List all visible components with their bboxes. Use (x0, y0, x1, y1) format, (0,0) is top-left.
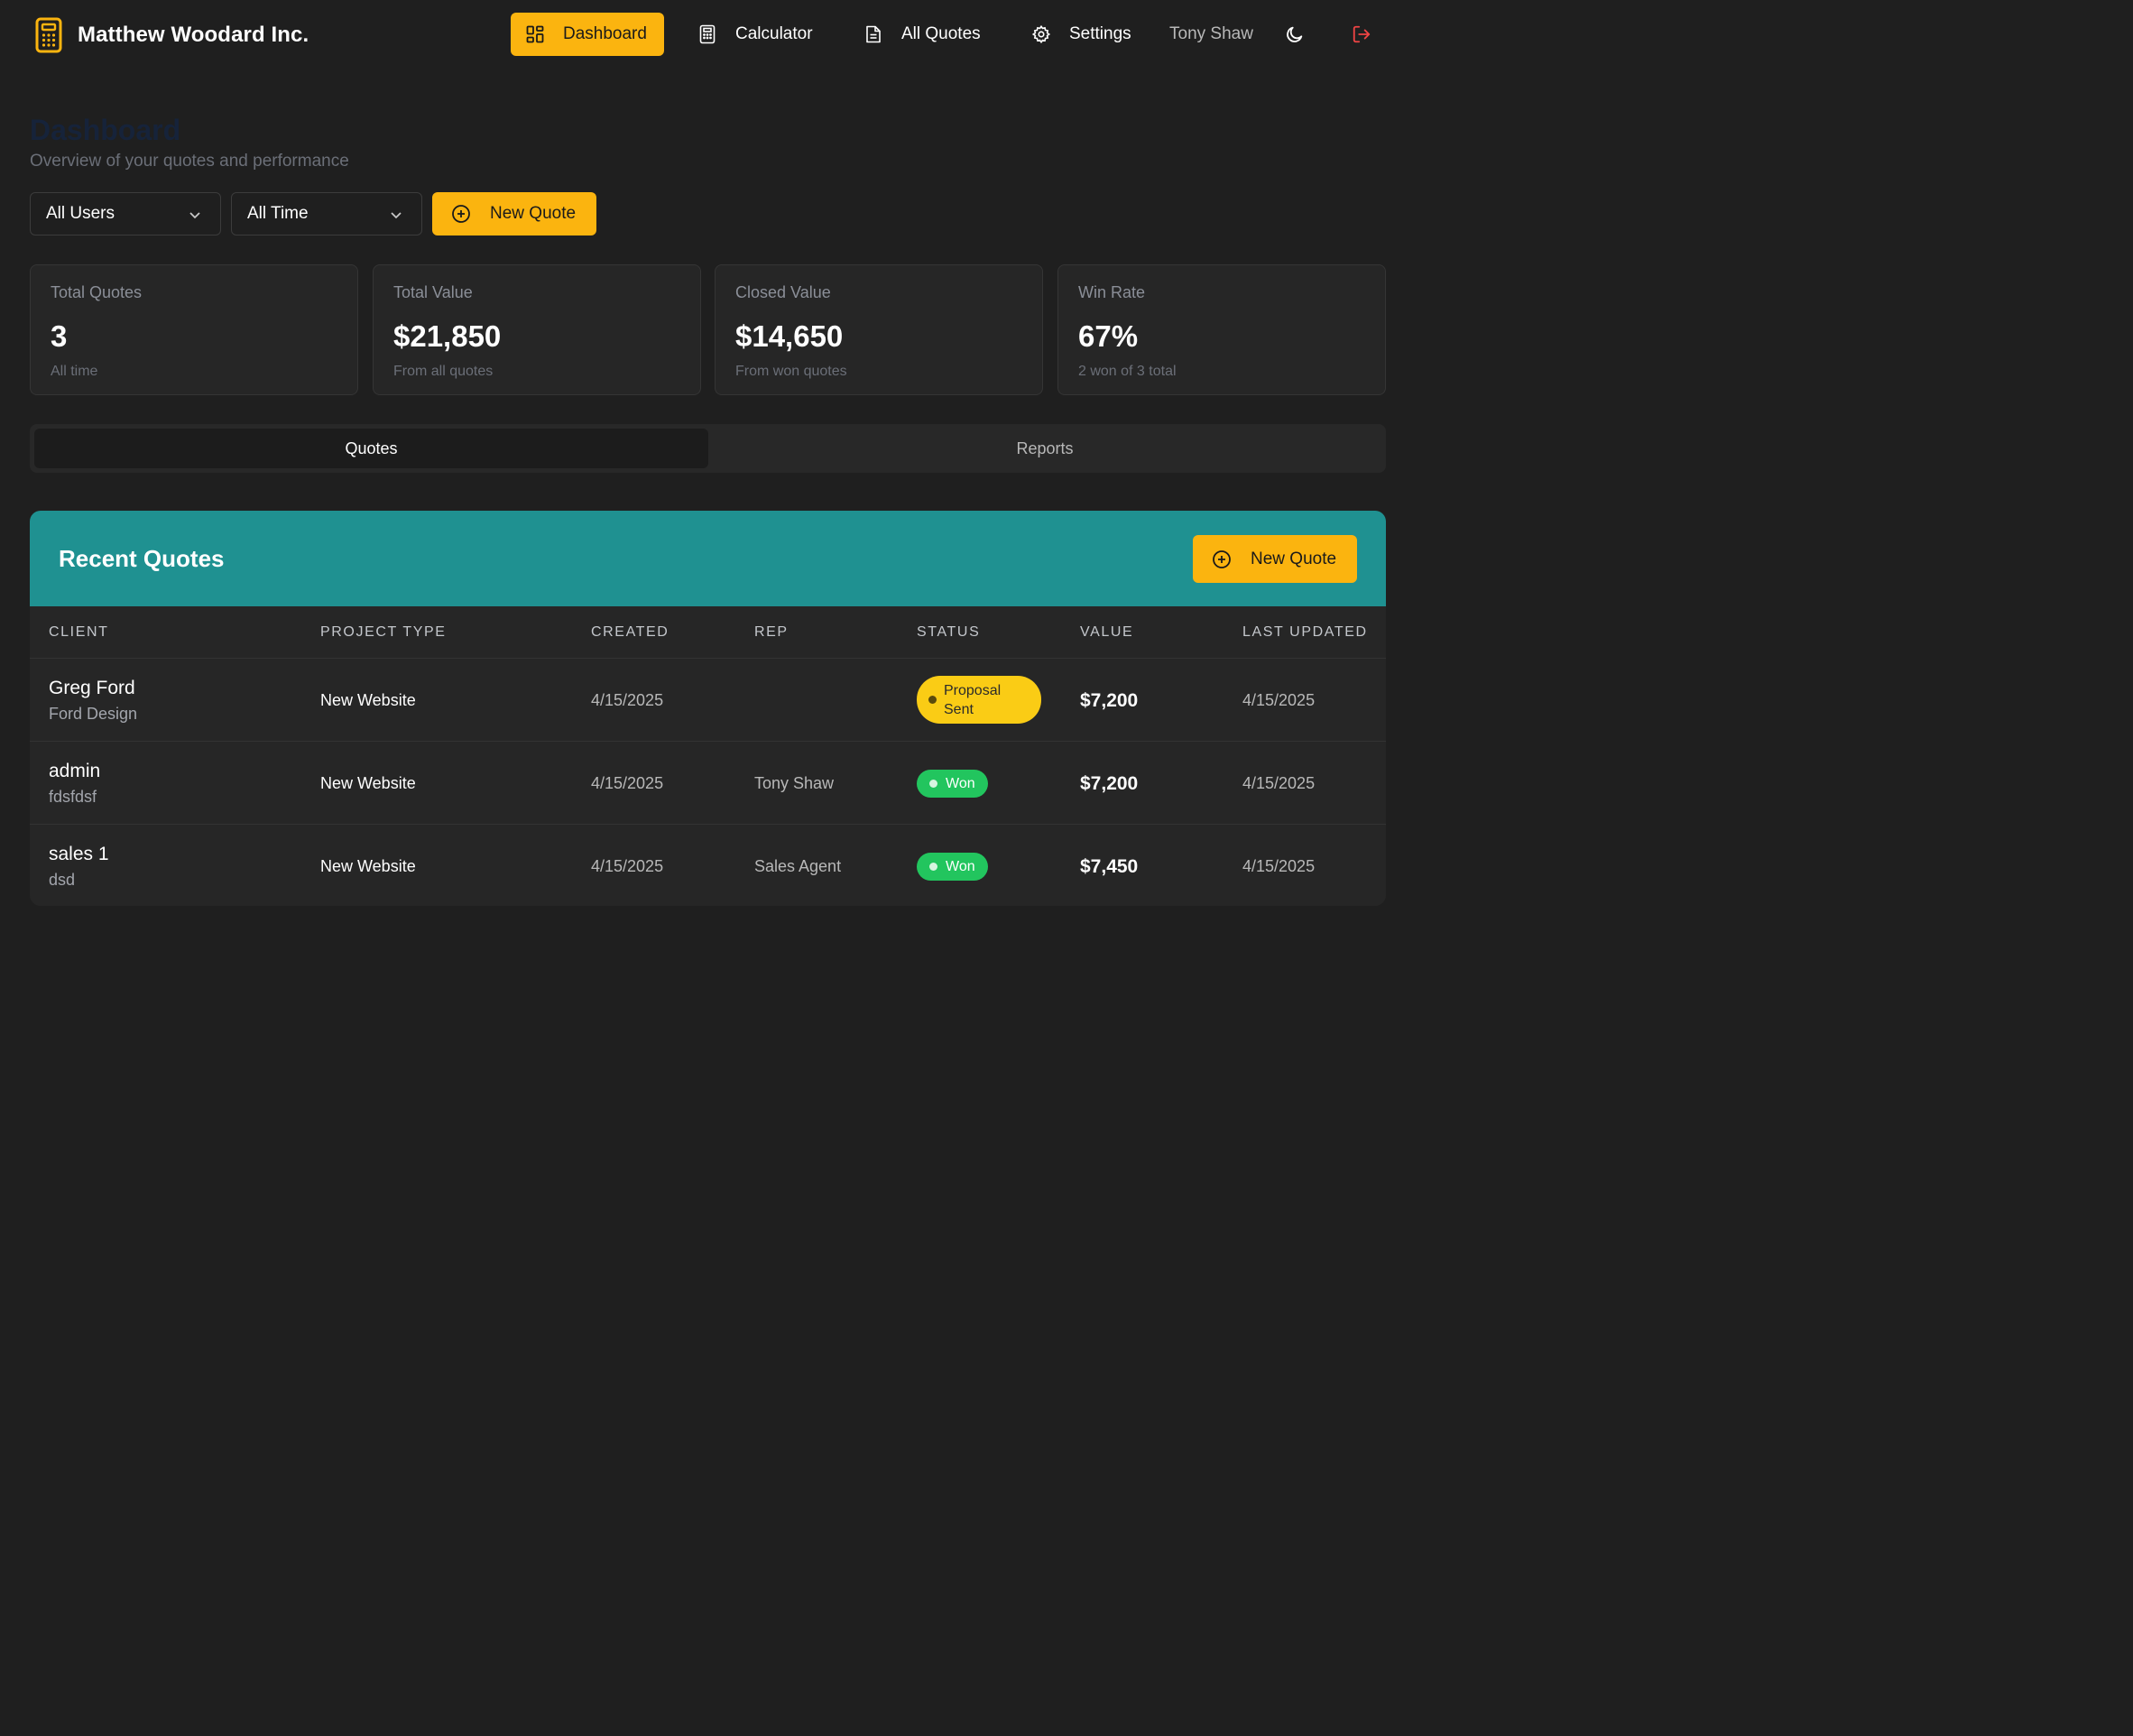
stat-value: $21,850 (393, 319, 502, 353)
logout-icon[interactable] (1352, 24, 1371, 44)
stat-note: 2 won of 3 total (1078, 364, 1177, 379)
project-type: New Website (320, 691, 416, 709)
calculator-icon (34, 17, 63, 53)
status-badge: Proposal Sent (917, 676, 1041, 724)
client-company: dsd (49, 871, 76, 889)
panel-new-quote-button[interactable]: New Quote (1193, 535, 1357, 583)
top-navigation-bar: Matthew Woodard Inc. Dashboard Calculato… (0, 0, 1415, 70)
plus-circle-icon (450, 203, 472, 225)
status-text: Proposal Sent (944, 682, 1002, 717)
recent-quotes-panel: Recent Quotes New Quote CLIENT PROJECT T… (30, 511, 1386, 906)
stat-note: From all quotes (393, 364, 494, 379)
column-header-rep[interactable]: REP (754, 624, 789, 641)
column-header-client[interactable]: CLIENT (49, 624, 109, 641)
client-company: Ford Design (49, 705, 138, 723)
stat-value: 67% (1078, 319, 1139, 353)
status-badge: Won (917, 853, 988, 881)
rep-name: Sales Agent (754, 857, 842, 875)
nav-settings[interactable]: Settings (1031, 13, 1131, 56)
status-dot-icon (929, 863, 937, 871)
table-row[interactable]: sales 1 dsd New Website 4/15/2025 Sales … (30, 825, 1386, 906)
dashboard-grid-icon (525, 24, 545, 44)
last-updated-date: 4/15/2025 (1242, 691, 1316, 709)
stat-note: All time (51, 364, 98, 379)
stat-card-win-rate: Win Rate 67% 2 won of 3 total (1057, 264, 1386, 395)
column-header-status[interactable]: STATUS (917, 624, 980, 641)
stat-card-total-quotes: Total Quotes 3 All time (30, 264, 358, 395)
users-filter-value: All Users (46, 204, 115, 223)
stat-value: 3 (51, 319, 68, 353)
page-title: Dashboard (30, 114, 181, 146)
moon-icon[interactable] (1285, 24, 1305, 44)
quote-value: $7,200 (1080, 773, 1139, 794)
created-date: 4/15/2025 (591, 774, 664, 792)
stat-label: Win Rate (1078, 283, 1146, 301)
client-name: sales 1 (49, 844, 109, 864)
nav-dashboard[interactable]: Dashboard (511, 13, 664, 56)
stat-label: Total Value (393, 283, 473, 301)
column-header-project-type[interactable]: PROJECT TYPE (320, 624, 447, 641)
brand-name: Matthew Woodard Inc. (78, 23, 309, 47)
recent-quotes-header: Recent Quotes New Quote (30, 511, 1386, 606)
nav-settings-label: Settings (1069, 24, 1131, 43)
stat-label: Closed Value (735, 283, 831, 301)
table-row[interactable]: Greg Ford Ford Design New Website 4/15/2… (30, 659, 1386, 742)
status-badge: Won (917, 770, 988, 798)
stat-card-closed-value: Closed Value $14,650 From won quotes (715, 264, 1043, 395)
stat-value: $14,650 (735, 319, 844, 353)
stat-label: Total Quotes (51, 283, 143, 301)
plus-circle-icon (1211, 549, 1233, 570)
client-name: admin (49, 761, 101, 781)
nav-dashboard-label: Dashboard (563, 24, 647, 43)
status-dot-icon (928, 696, 937, 704)
current-user-name: Tony Shaw (1169, 24, 1253, 43)
new-quote-label: New Quote (490, 204, 577, 223)
project-type: New Website (320, 857, 416, 875)
stat-note: From won quotes (735, 364, 847, 379)
tab-reports[interactable]: Reports (708, 429, 1381, 468)
created-date: 4/15/2025 (591, 857, 664, 875)
nav-calculator[interactable]: Calculator (697, 13, 813, 56)
quote-value: $7,200 (1080, 690, 1139, 711)
recent-quotes-title: Recent Quotes (59, 545, 225, 572)
calculator-icon (697, 24, 717, 44)
status-text: Won (946, 858, 975, 874)
table-row[interactable]: admin fdsfdsf New Website 4/15/2025 Tony… (30, 742, 1386, 825)
rep-name: Tony Shaw (754, 774, 835, 792)
column-header-created[interactable]: CREATED (591, 624, 669, 641)
nav-all-quotes-label: All Quotes (901, 24, 981, 43)
last-updated-date: 4/15/2025 (1242, 774, 1316, 792)
client-company: fdsfdsf (49, 788, 97, 806)
new-quote-button[interactable]: New Quote (432, 192, 596, 235)
status-text: Won (946, 775, 975, 791)
brand[interactable]: Matthew Woodard Inc. (34, 17, 309, 53)
page-subtitle: Overview of your quotes and performance (30, 152, 349, 171)
tab-quotes[interactable]: Quotes (34, 429, 708, 468)
time-filter-value: All Time (247, 204, 309, 223)
view-tabs: Quotes Reports (30, 424, 1386, 473)
status-dot-icon (929, 780, 937, 788)
stat-card-total-value: Total Value $21,850 From all quotes (373, 264, 701, 395)
users-filter-select[interactable]: All Users (30, 192, 221, 235)
table-header: CLIENT PROJECT TYPE CREATED REP STATUS V… (30, 606, 1386, 659)
quote-value: $7,450 (1080, 856, 1139, 877)
gear-icon (1031, 24, 1051, 44)
nav-calculator-label: Calculator (735, 24, 813, 43)
document-icon (863, 24, 883, 44)
chevron-down-icon (188, 208, 202, 222)
client-name: Greg Ford (49, 678, 135, 698)
nav-all-quotes[interactable]: All Quotes (863, 13, 981, 56)
created-date: 4/15/2025 (591, 691, 664, 709)
project-type: New Website (320, 774, 416, 792)
panel-new-quote-label: New Quote (1251, 549, 1337, 568)
column-header-last-updated[interactable]: LAST UPDATED (1242, 624, 1368, 641)
last-updated-date: 4/15/2025 (1242, 857, 1316, 875)
column-header-value[interactable]: VALUE (1080, 624, 1133, 641)
chevron-down-icon (389, 208, 403, 222)
time-filter-select[interactable]: All Time (231, 192, 422, 235)
